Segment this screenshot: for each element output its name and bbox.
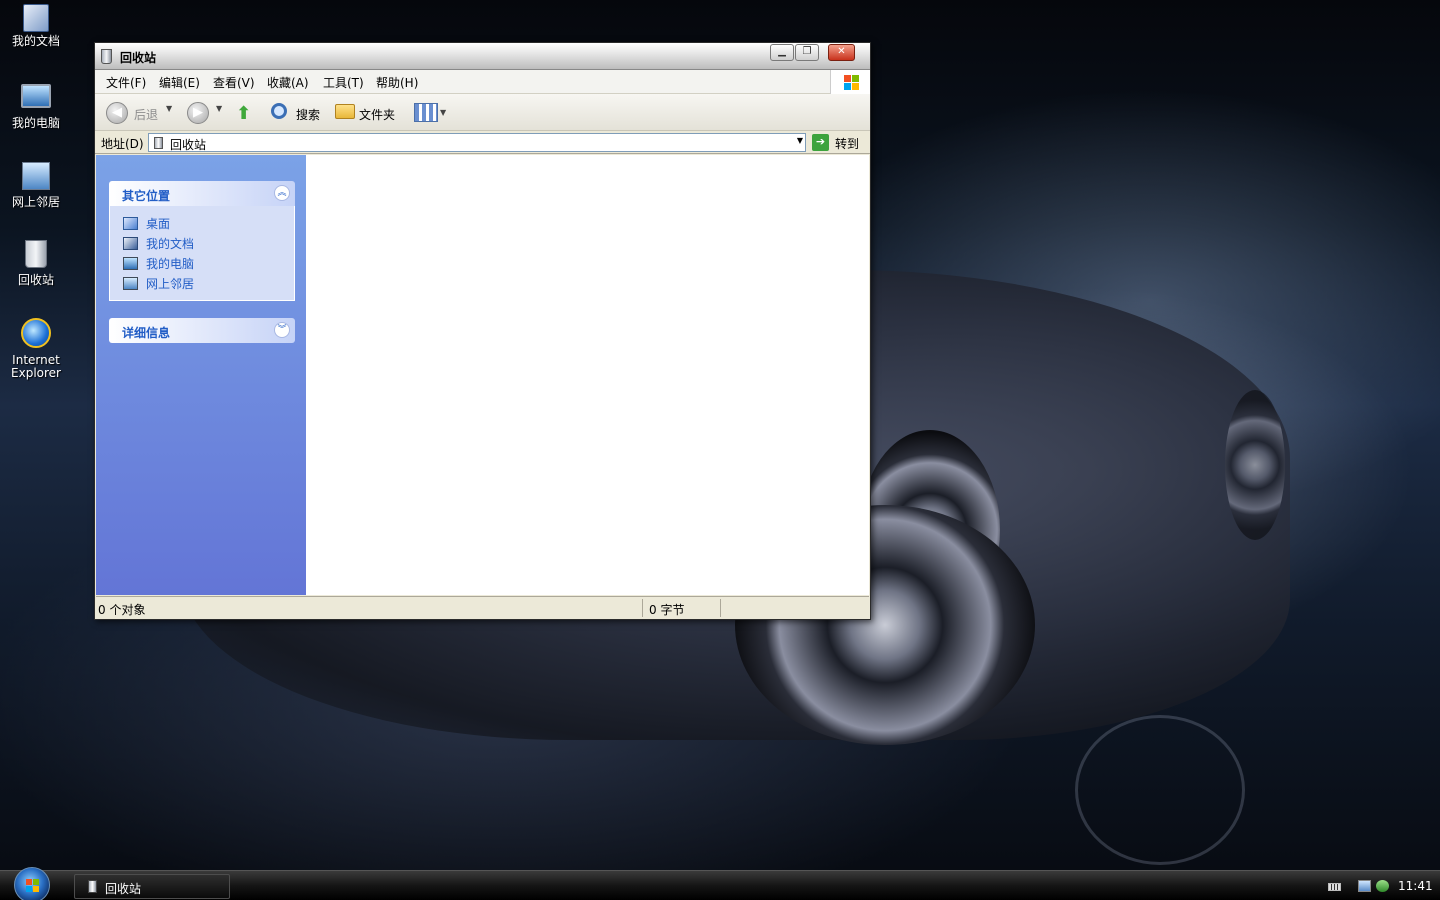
recycle-bin-window: 回收站 ▁ ❐ ✕ 文件(F) 编辑(E) 查看(V) 收藏(A) 工具(T) …	[94, 42, 871, 620]
maximize-button[interactable]: ❐	[795, 44, 819, 61]
place-link-label: 网上邻居	[146, 277, 195, 291]
forward-dropdown-icon[interactable]: ▼	[216, 104, 222, 113]
desktop-icon-label: 我的文档	[11, 34, 60, 48]
menu-help[interactable]: 帮助(H)	[376, 74, 418, 91]
other-places-body: 桌面 我的文档 我的电脑 网上邻居	[109, 206, 295, 301]
desktop-icon-label: 回收站	[17, 273, 54, 287]
back-arrow-icon[interactable]: ◀	[106, 102, 128, 124]
desktop-icon-my-computer[interactable]: 我的电脑	[0, 84, 72, 130]
start-button[interactable]	[14, 867, 50, 900]
status-bar: 0 个对象 0 字节	[96, 596, 869, 618]
other-places-panel: 其它位置 ︽ 桌面 我的文档 我的电脑 网上邻居	[109, 181, 295, 301]
security-tray-icon[interactable]	[1376, 880, 1389, 892]
search-button-label[interactable]: 搜索	[296, 106, 320, 123]
other-places-title: 其它位置	[122, 189, 171, 203]
recycle-bin-icon	[25, 240, 47, 268]
details-title: 详细信息	[122, 326, 171, 340]
desktop-icon-internet-explorer[interactable]: Internet Explorer	[0, 318, 72, 380]
computer-icon	[123, 257, 138, 270]
go-arrow-icon[interactable]: ➔	[812, 134, 829, 151]
desktop-icon-network[interactable]: 网上邻居	[0, 162, 72, 209]
desktop-icon-recycle-bin[interactable]: 回收站	[0, 240, 72, 287]
place-link-label: 我的文档	[146, 237, 195, 251]
documents-icon	[123, 237, 138, 250]
window-title: 回收站	[120, 51, 157, 65]
views-icon[interactable]	[414, 103, 438, 122]
clock[interactable]: 11:41	[1398, 879, 1433, 893]
menu-view[interactable]: 查看(V)	[213, 74, 255, 91]
address-label: 地址(D)	[101, 137, 144, 151]
place-link-my-computer[interactable]: 我的电脑	[122, 254, 294, 274]
wallpaper-wheel-far	[1225, 390, 1285, 540]
windows-logo-icon	[26, 879, 32, 885]
place-link-my-documents[interactable]: 我的文档	[122, 234, 294, 254]
title-bar[interactable]: 回收站 ▁ ❐ ✕	[95, 43, 870, 70]
desktop-icon-label: Internet Explorer	[11, 353, 61, 380]
status-object-count: 0 个对象	[98, 603, 146, 617]
menu-bar: 文件(F) 编辑(E) 查看(V) 收藏(A) 工具(T) 帮助(H)	[95, 70, 870, 94]
folder-content[interactable]: 其它位置 ︽ 桌面 我的文档 我的电脑 网上邻居 详细信息 ︾	[96, 155, 869, 595]
recycle-bin-icon	[101, 49, 112, 64]
forward-arrow-icon[interactable]: ▶	[187, 102, 209, 124]
internet-explorer-icon	[21, 318, 51, 348]
folders-button-label[interactable]: 文件夹	[359, 106, 395, 123]
details-header[interactable]: 详细信息 ︾	[109, 318, 295, 343]
status-divider	[720, 599, 721, 617]
desktop-icon-label: 我的电脑	[11, 116, 60, 130]
desktop-icon	[123, 217, 138, 230]
address-dropdown-icon[interactable]: ▼	[797, 136, 803, 145]
back-button-label[interactable]: 后退	[134, 106, 158, 123]
place-link-label: 桌面	[146, 217, 171, 231]
address-bar: 地址(D) 回收站 ▼ ➔ 转到	[95, 131, 870, 154]
taskbar-item-label: 回收站	[105, 882, 142, 896]
place-link-network[interactable]: 网上邻居	[122, 274, 294, 294]
up-folder-icon[interactable]: ⬆	[236, 103, 251, 124]
recycle-bin-icon	[88, 880, 97, 893]
expand-chevron-icon[interactable]: ︾	[274, 322, 290, 338]
desktop-icon-label: 网上邻居	[11, 195, 60, 209]
menu-file[interactable]: 文件(F)	[106, 74, 146, 91]
menu-tools[interactable]: 工具(T)	[323, 74, 364, 91]
network-icon	[123, 277, 138, 290]
close-button[interactable]: ✕	[828, 44, 855, 61]
other-places-header[interactable]: 其它位置 ︽	[109, 181, 295, 206]
minimize-button[interactable]: ▁	[770, 44, 794, 61]
views-dropdown-icon[interactable]: ▼	[440, 108, 446, 117]
computer-icon	[21, 84, 51, 108]
documents-icon	[23, 4, 49, 32]
menu-favorites[interactable]: 收藏(A)	[267, 74, 309, 91]
place-link-desktop[interactable]: 桌面	[122, 214, 294, 234]
status-size: 0 字节	[649, 603, 685, 617]
task-pane: 其它位置 ︽ 桌面 我的文档 我的电脑 网上邻居 详细信息 ︾	[96, 155, 306, 595]
address-input[interactable]: 回收站 ▼	[148, 133, 806, 152]
place-link-label: 我的电脑	[146, 257, 195, 271]
address-value: 回收站	[170, 138, 207, 152]
recycle-bin-icon	[154, 137, 163, 149]
network-tray-icon[interactable]	[1358, 880, 1371, 892]
taskbar: 回收站 11:41	[0, 867, 1440, 900]
collapse-chevron-icon[interactable]: ︽	[274, 185, 290, 201]
keyboard-icon[interactable]	[1328, 883, 1341, 891]
search-icon[interactable]	[271, 103, 287, 119]
go-button-label[interactable]: 转到	[835, 135, 859, 152]
desktop-icon-my-documents[interactable]: 我的文档	[0, 4, 72, 48]
status-divider	[642, 599, 643, 617]
network-icon	[22, 162, 50, 190]
wallpaper-logo	[1075, 715, 1245, 865]
details-panel: 详细信息 ︾	[109, 318, 295, 343]
taskbar-item-recycle-bin[interactable]: 回收站	[74, 874, 230, 899]
toolbar: ◀ 后退 ▼ ▶ ▼ ⬆ 搜索 文件夹 ▼	[95, 94, 870, 131]
folders-icon[interactable]	[335, 104, 355, 119]
windows-logo-icon	[830, 70, 870, 94]
menu-edit[interactable]: 编辑(E)	[159, 74, 200, 91]
back-dropdown-icon[interactable]: ▼	[166, 104, 172, 113]
